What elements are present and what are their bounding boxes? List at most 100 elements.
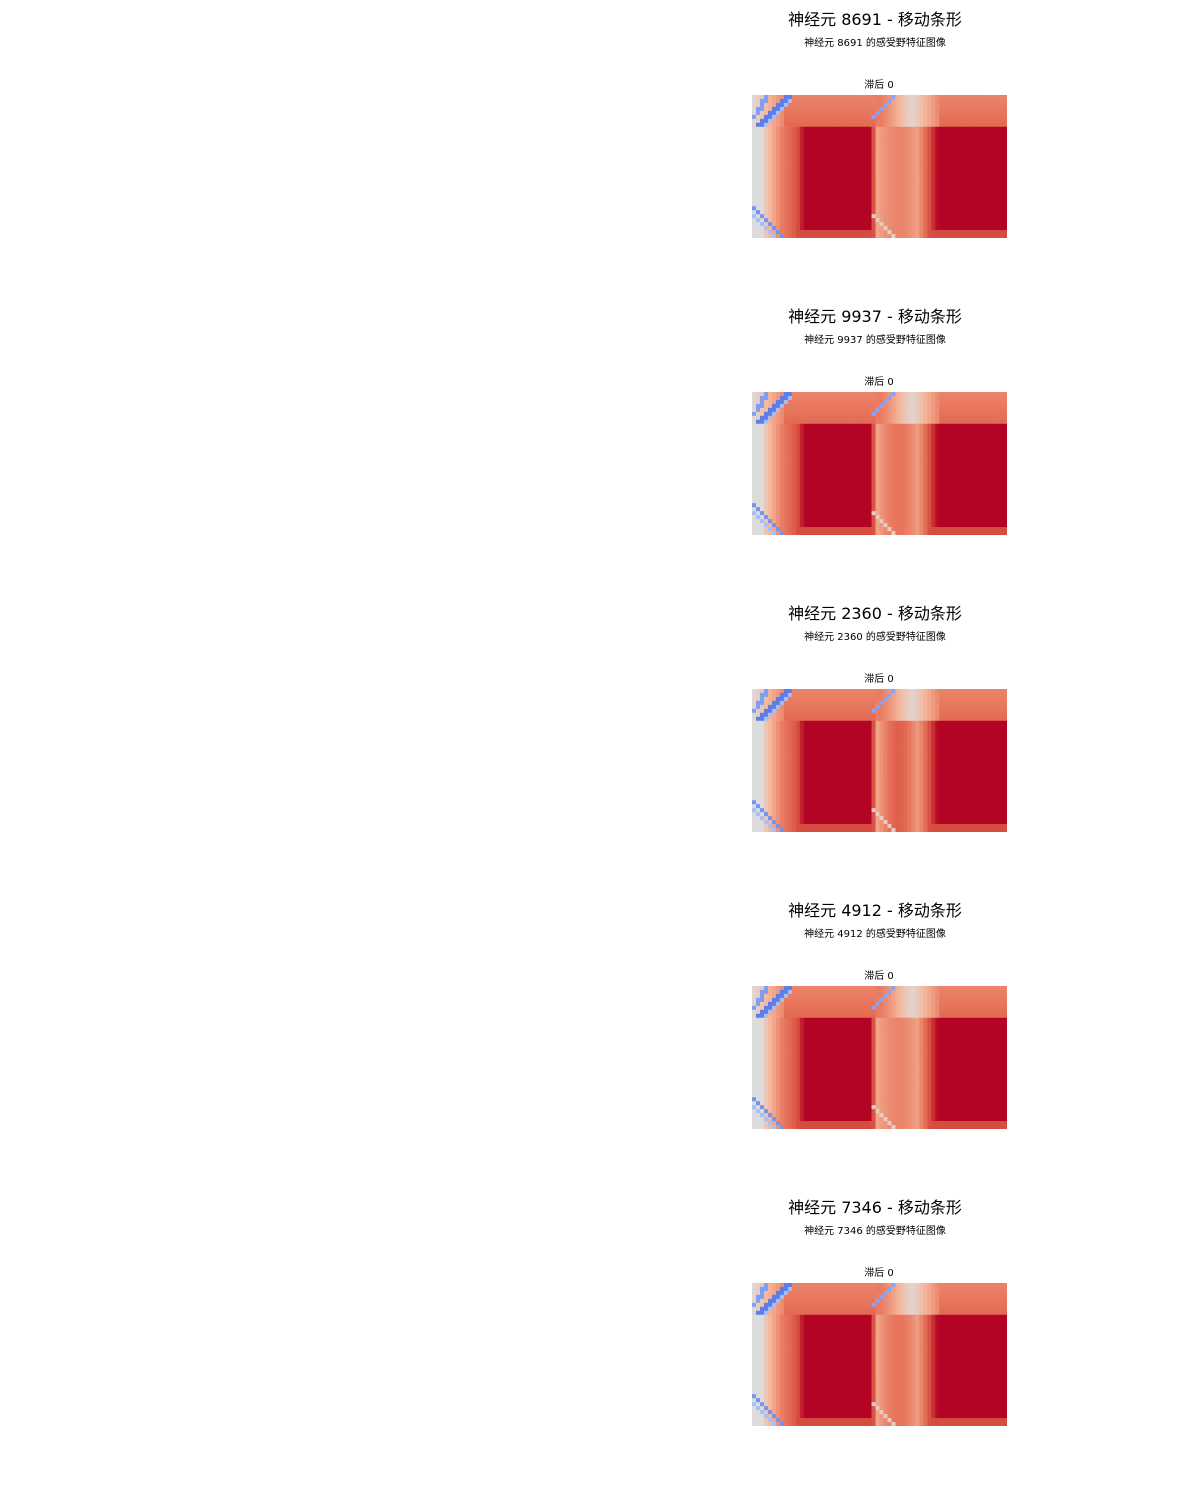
heatmap-cell bbox=[899, 182, 904, 187]
heatmap-cell bbox=[999, 98, 1004, 104]
heatmap-cell bbox=[883, 174, 888, 179]
heatmap-cell bbox=[891, 130, 896, 136]
heatmap-cell bbox=[767, 708, 773, 714]
heatmap-cell bbox=[927, 126, 932, 132]
heatmap-cell bbox=[803, 495, 809, 500]
heatmap-cell bbox=[843, 234, 849, 238]
heatmap-cell bbox=[947, 423, 952, 429]
heatmap-cell bbox=[855, 106, 860, 112]
heatmap-cell bbox=[839, 158, 845, 163]
heatmap-cell bbox=[907, 218, 912, 223]
heatmap-cell bbox=[927, 95, 932, 100]
heatmap-cell bbox=[783, 166, 789, 171]
heatmap-cell bbox=[983, 523, 988, 528]
heatmap-cell bbox=[783, 407, 789, 413]
heatmap-cell bbox=[935, 475, 940, 480]
heatmap-cell bbox=[815, 415, 821, 421]
heatmap-cell bbox=[951, 403, 956, 409]
heatmap-cell bbox=[967, 475, 972, 480]
heatmap-cell bbox=[895, 403, 900, 409]
heatmap-cell bbox=[907, 403, 912, 409]
heatmap-cell bbox=[843, 399, 849, 405]
heatmap-cell bbox=[907, 479, 912, 484]
heatmap-cell bbox=[823, 439, 829, 445]
heatmap-cell bbox=[775, 95, 781, 100]
heatmap-cell bbox=[951, 435, 956, 441]
heatmap-cell bbox=[871, 503, 876, 508]
heatmap-cell bbox=[879, 435, 884, 441]
heatmap-cell bbox=[975, 395, 980, 401]
heatmap-cell bbox=[799, 194, 805, 199]
heatmap-cell bbox=[871, 455, 876, 460]
heatmap-cell bbox=[831, 463, 837, 468]
heatmap-cell bbox=[927, 427, 932, 433]
heatmap-cell bbox=[787, 206, 793, 211]
heatmap-cell bbox=[763, 158, 769, 163]
heatmap-cell bbox=[827, 415, 833, 421]
heatmap-cell bbox=[827, 451, 833, 456]
heatmap-cell bbox=[883, 435, 888, 441]
heatmap-cell bbox=[943, 222, 948, 227]
heatmap-cell bbox=[783, 150, 789, 155]
heatmap-cell bbox=[752, 700, 757, 706]
heatmap-cell bbox=[855, 499, 860, 504]
heatmap-cell bbox=[879, 395, 884, 401]
heatmap-cell bbox=[915, 126, 920, 132]
heatmap-cell bbox=[867, 689, 872, 694]
heatmap-cell bbox=[975, 467, 980, 472]
heatmap-cell bbox=[927, 531, 932, 535]
heatmap-cell bbox=[863, 455, 868, 460]
heatmap-cell bbox=[971, 435, 976, 441]
heatmap-cell bbox=[955, 222, 960, 227]
heatmap-cell bbox=[859, 170, 864, 175]
heatmap-cell bbox=[851, 447, 856, 452]
heatmap-cell bbox=[891, 226, 896, 231]
heatmap-cell bbox=[927, 696, 932, 702]
heatmap-cell bbox=[783, 479, 789, 484]
heatmap-cell bbox=[995, 503, 1000, 508]
heatmap-cell bbox=[851, 527, 856, 532]
heatmap-cell bbox=[783, 463, 789, 468]
heatmap-cell bbox=[887, 499, 892, 504]
heatmap-cell bbox=[935, 395, 940, 401]
heatmap-cell bbox=[923, 170, 928, 175]
heatmap-cell bbox=[783, 106, 789, 112]
heatmap-cell bbox=[787, 114, 793, 120]
heatmap-cell bbox=[807, 202, 813, 207]
heatmap-cell bbox=[979, 507, 984, 512]
heatmap-cell bbox=[835, 146, 841, 152]
heatmap-cell bbox=[923, 146, 928, 152]
heatmap-cell bbox=[871, 202, 876, 207]
heatmap-cell bbox=[927, 154, 932, 159]
heatmap-cell bbox=[911, 210, 916, 215]
heatmap-cell bbox=[851, 218, 856, 223]
heatmap-cell bbox=[755, 427, 761, 433]
heatmap-cell bbox=[887, 451, 892, 456]
heatmap-cell bbox=[859, 106, 864, 112]
heatmap-cell bbox=[787, 162, 793, 167]
heatmap-cell bbox=[755, 407, 761, 413]
heatmap-cell bbox=[819, 499, 825, 504]
heatmap-cell bbox=[767, 182, 773, 187]
heatmap-cell bbox=[831, 475, 837, 480]
heatmap-cell bbox=[935, 198, 940, 203]
heatmap-cell bbox=[955, 459, 960, 464]
heatmap-cell bbox=[752, 475, 757, 480]
heatmap-cell bbox=[919, 106, 924, 112]
heatmap-cell bbox=[883, 134, 888, 140]
heatmap-cell bbox=[775, 190, 781, 195]
heatmap-cell bbox=[903, 95, 908, 100]
heatmap-cell bbox=[1003, 439, 1007, 445]
heatmap-cell bbox=[971, 210, 976, 215]
heatmap-cell bbox=[787, 98, 793, 104]
heatmap-cell bbox=[787, 499, 793, 504]
heatmap-cell bbox=[779, 407, 785, 413]
heatmap-cell bbox=[927, 206, 932, 211]
heatmap-cell bbox=[959, 118, 964, 124]
heatmap-cell bbox=[839, 206, 845, 211]
heatmap-cell bbox=[815, 110, 821, 116]
heatmap-cell bbox=[807, 479, 813, 484]
heatmap-cell bbox=[879, 689, 884, 694]
heatmap-cell bbox=[955, 214, 960, 219]
heatmap-cell bbox=[935, 403, 940, 409]
